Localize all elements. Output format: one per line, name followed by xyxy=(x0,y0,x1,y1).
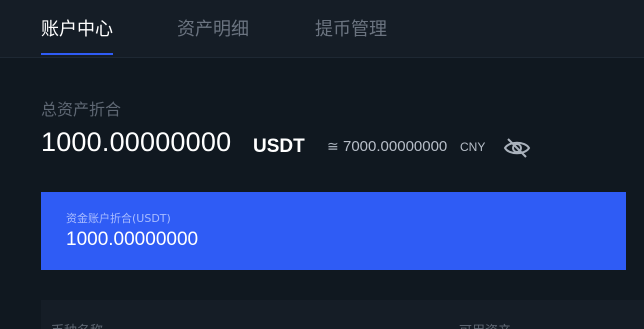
asset-table: 币种名称 可用资产 xyxy=(41,300,644,329)
funding-account-value: 1000.00000000 xyxy=(66,229,199,250)
account-center-page: 账户中心 资产明细 提币管理 总资产折合 1000.00000000 USDT … xyxy=(0,0,644,329)
active-tab-indicator xyxy=(41,53,113,55)
funding-account-card[interactable]: 资金账户折合(USDT) 1000.00000000 xyxy=(41,192,626,270)
total-assets-value: 1000.00000000 xyxy=(41,127,232,157)
column-header-coin-name: 币种名称 xyxy=(51,320,103,329)
eye-slash-icon[interactable] xyxy=(503,137,531,159)
funding-account-label: 资金账户折合(USDT) xyxy=(66,212,171,225)
column-header-available: 可用资产 xyxy=(459,320,511,329)
tab-asset-details[interactable]: 资产明细 xyxy=(177,18,249,42)
tab-bar: 账户中心 资产明细 提币管理 xyxy=(0,0,644,58)
tab-withdraw-management[interactable]: 提币管理 xyxy=(315,18,387,42)
approx-cny-value: 7000.00000000 xyxy=(343,138,448,155)
tab-account-center[interactable]: 账户中心 xyxy=(41,18,113,42)
approx-cny-unit: CNY xyxy=(460,140,486,154)
approx-symbol: ≅ xyxy=(327,139,339,155)
total-assets-unit: USDT xyxy=(253,136,305,157)
total-assets-label: 总资产折合 xyxy=(41,100,122,119)
